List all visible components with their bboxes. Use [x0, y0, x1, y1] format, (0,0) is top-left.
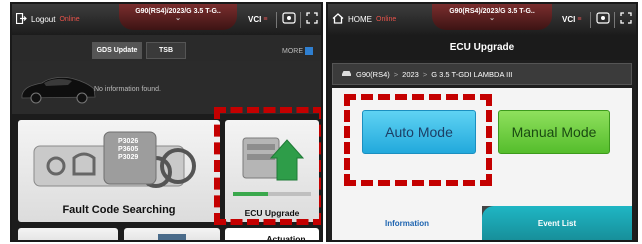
- top-bar: HOME Online G90(RS4)/2023/G 3.5 T-G.. ⌄ …: [328, 4, 636, 35]
- fault-code-item: P3605: [118, 146, 139, 153]
- vehicle-info-panel: [12, 61, 321, 111]
- actuation-tile[interactable]: Actuation: [225, 228, 319, 242]
- vci-signal-icon: ≡: [577, 16, 582, 23]
- breadcrumb-item: G 3.5 T-GDI LAMBDA III: [431, 69, 513, 79]
- highlight-box: [344, 94, 492, 186]
- vci-label: VCI: [248, 15, 262, 24]
- breadcrumb-item: 2023: [402, 69, 419, 79]
- bottom-tabs: Information Event List: [332, 206, 632, 240]
- page-title: ECU Upgrade: [328, 35, 636, 60]
- fullscreen-icon[interactable]: [620, 12, 632, 27]
- vci-label: VCI: [562, 15, 576, 24]
- vci-status[interactable]: VCI ≡: [562, 4, 581, 35]
- home-icon[interactable]: [332, 12, 344, 27]
- actuation-label: Actuation: [266, 234, 306, 242]
- vci-status[interactable]: VCI ≡: [248, 4, 267, 35]
- breadcrumb-item: G90(RS4): [356, 69, 390, 79]
- highlight-box: [214, 107, 321, 225]
- home-button[interactable]: HOME: [348, 15, 372, 24]
- device-icon[interactable]: [282, 12, 296, 27]
- info-tabs: GDS Update TSB MORE: [12, 35, 321, 61]
- no-info-message: No information found.: [94, 86, 161, 93]
- mode-selection-panel: Auto Mode Manual Mode: [332, 88, 632, 206]
- breadcrumb: G90(RS4) > 2023 > G 3.5 T-GDI LAMBDA III: [332, 63, 632, 85]
- online-status: Online: [376, 16, 397, 23]
- vehicle-selector[interactable]: G90(RS4)/2023/G 3.5 T-G.. ⌄: [119, 4, 237, 30]
- online-status: Online: [59, 16, 80, 23]
- manual-mode-button[interactable]: Manual Mode: [498, 110, 610, 154]
- logout-button[interactable]: Logout: [31, 15, 55, 24]
- vehicle-selector[interactable]: G90(RS4)/2023/G 3.5 T-G.. ⌄: [432, 4, 552, 30]
- car-icon: [341, 69, 352, 79]
- top-bar: Logout Online G90(RS4)/2023/G 3.5 T-G.. …: [12, 4, 321, 35]
- tab-tsb[interactable]: TSB: [146, 42, 186, 59]
- fullscreen-icon[interactable]: [306, 12, 318, 27]
- tab-gds-update[interactable]: GDS Update: [92, 42, 142, 59]
- fault-code-item: P3029: [118, 154, 139, 161]
- fault-code-searching-tile[interactable]: P3026 P3605 P3029 Fault Code Searching: [18, 120, 220, 222]
- right-screen: HOME Online G90(RS4)/2023/G 3.5 T-G.. ⌄ …: [326, 2, 638, 242]
- device-icon[interactable]: [596, 12, 610, 27]
- vehicle-label: G90(RS4)/2023/G 3.5 T-G..: [135, 8, 221, 15]
- logout-icon[interactable]: [15, 12, 27, 27]
- left-screen: Logout Online G90(RS4)/2023/G 3.5 T-G.. …: [10, 2, 323, 242]
- chevron-down-icon: ⌄: [175, 15, 181, 22]
- more-label: MORE: [282, 47, 303, 55]
- tab-event-list[interactable]: Event List: [482, 206, 632, 240]
- partial-tile[interactable]: [18, 228, 118, 240]
- vehicle-label: G90(RS4)/2023/G 3.5 T-G..: [449, 8, 535, 15]
- partial-tile[interactable]: [124, 228, 220, 240]
- fault-code-item: P3026: [118, 138, 139, 145]
- arrow-right-icon: [305, 47, 313, 55]
- car-image: [21, 76, 96, 104]
- vci-signal-icon: ≡: [263, 16, 268, 23]
- fault-code-searching-label: Fault Code Searching: [62, 204, 176, 216]
- more-link[interactable]: MORE: [282, 47, 313, 55]
- tab-information[interactable]: Information: [332, 206, 482, 240]
- chevron-down-icon: ⌄: [489, 15, 495, 22]
